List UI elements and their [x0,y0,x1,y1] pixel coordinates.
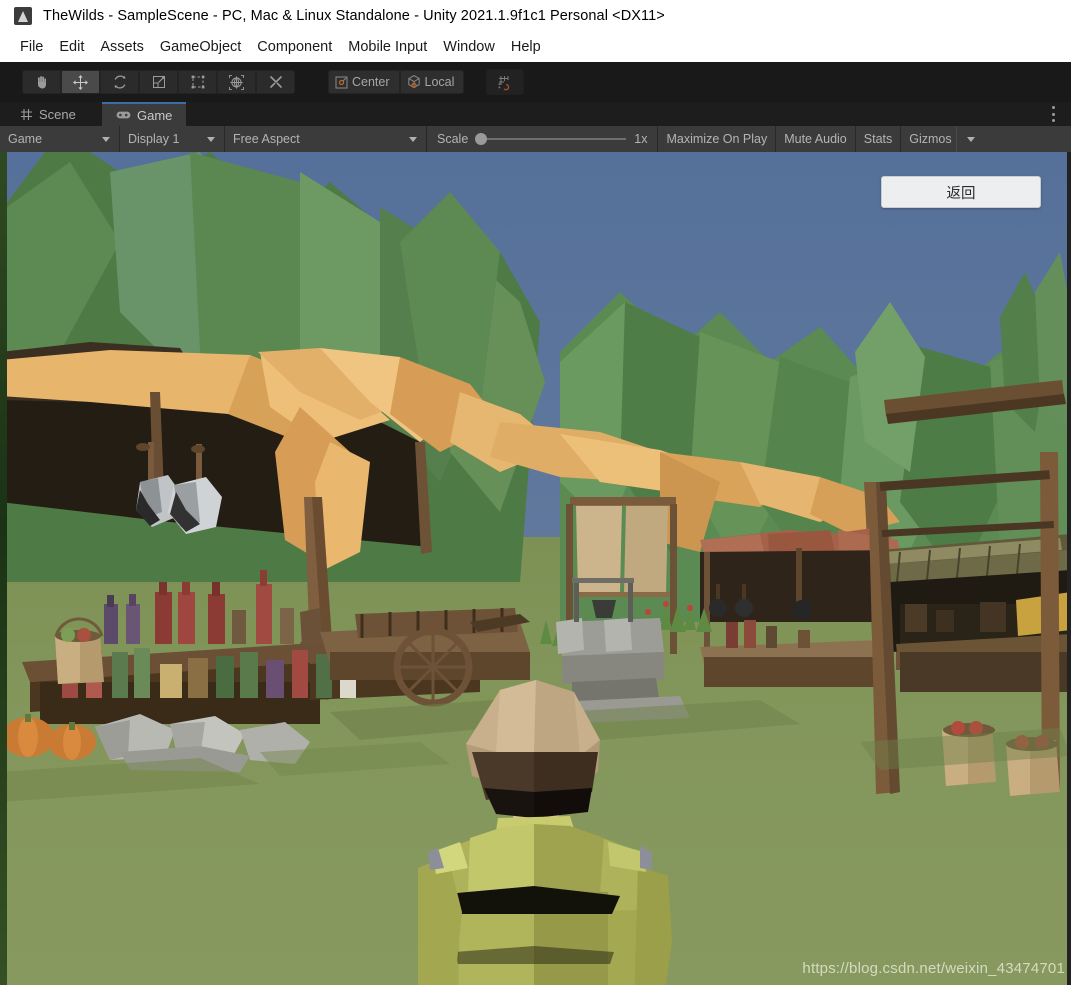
menu-item-file[interactable]: File [12,37,51,57]
chevron-down-icon [102,136,110,142]
blog-watermark: https://blog.csdn.net/weixin_43474701 [802,960,1065,977]
wrench-hammer-icon [269,75,282,89]
scale-slider-group: Scale 1x [427,126,659,152]
rect-tool-button[interactable] [178,70,217,94]
scale-tool-button[interactable] [139,70,178,94]
grid-snap-button[interactable] [486,69,525,95]
hand-tool-button[interactable] [22,70,61,94]
pivot-rotation-label: Local [424,75,455,89]
grid-hash-icon [21,108,32,120]
hand-icon [37,76,46,89]
grid-snap-icon [498,75,510,90]
pivot-group: Center Local [328,70,465,94]
game-viewport[interactable] [0,152,1071,985]
maximize-on-play-label: Maximize On Play [666,132,768,146]
gizmos-dropdown[interactable] [955,126,985,152]
aspect-ratio-dropdown[interactable]: Free Aspect [225,126,427,152]
mute-audio-label: Mute Audio [784,132,847,146]
rotate-icon [114,75,125,89]
scale-slider-handle[interactable] [475,133,488,145]
game-view-mode-label: Game [8,132,43,146]
return-button[interactable]: 返回 [881,176,1041,208]
move-tool-button[interactable] [61,70,100,94]
gamepad-icon [116,111,131,119]
chevron-down-icon [207,136,215,142]
scene-geometry [0,152,1071,985]
pivot-mode-button[interactable]: Center [328,70,400,94]
tab-scene[interactable]: Scene [6,102,90,126]
tab-game-label: Game [137,107,173,123]
scale-arrow-icon [152,76,165,88]
rect-transform-icon [191,75,204,89]
viewport-right-edge [1067,152,1071,985]
menu-item-help[interactable]: Help [503,37,549,57]
transform-globe-icon [229,74,244,90]
menu-item-gameobject[interactable]: GameObject [152,37,249,57]
menu-item-edit[interactable]: Edit [51,37,92,57]
pivot-mode-label: Center [352,75,390,89]
aspect-ratio-label: Free Aspect [233,132,300,146]
display-dropdown[interactable]: Display 1 [120,126,225,152]
editor-toolbar: Center Local [0,62,1071,156]
gizmos-label: Gizmos [909,132,952,146]
transform-tool-button[interactable] [217,70,256,94]
chevron-down-icon [966,136,975,142]
unity-editor-window: TheWilds - SampleScene - PC, Mac & Linux… [0,0,1071,985]
viewport-left-edge [0,152,7,985]
stats-label: Stats [863,132,893,146]
pivot-rotation-button[interactable]: Local [399,70,465,94]
menu-bar: File Edit Assets GameObject Component Mo… [0,32,1071,62]
stats-toggle[interactable]: Stats [856,126,902,152]
window-title: TheWilds - SampleScene - PC, Mac & Linux… [43,8,665,24]
scale-value: 1x [634,132,648,146]
game-view-mode-dropdown[interactable]: Game [0,126,120,152]
mute-audio-toggle[interactable]: Mute Audio [776,126,856,152]
scale-slider[interactable] [475,133,627,145]
menu-item-mobile-input[interactable]: Mobile Input [340,37,435,57]
rotate-tool-button[interactable] [100,70,139,94]
tab-scene-label: Scene [39,106,76,122]
title-bar: TheWilds - SampleScene - PC, Mac & Linux… [0,0,1071,32]
cube-local-icon [407,75,420,89]
kebab-menu-icon[interactable] [1051,106,1055,122]
scale-label: Scale [437,132,469,146]
chevron-down-icon [409,136,417,142]
menu-item-assets[interactable]: Assets [92,37,152,57]
tab-game[interactable]: Game [102,102,187,126]
menu-item-component[interactable]: Component [249,37,340,57]
move-arrows-icon [73,74,88,90]
panel-tab-bar: Scene Game [0,102,1071,126]
menu-item-window[interactable]: Window [435,37,503,57]
unity-logo-icon [14,7,32,25]
gizmos-toggle[interactable]: Gizmos [901,126,955,152]
transform-tools-group [22,70,295,94]
maximize-on-play-toggle[interactable]: Maximize On Play [658,126,777,152]
custom-tool-button[interactable] [256,70,295,94]
display-label: Display 1 [128,132,180,146]
game-view-toolbar: Game Display 1 Free Aspect Scale 1x Maxi… [0,126,1071,152]
pivot-center-icon [335,76,348,88]
